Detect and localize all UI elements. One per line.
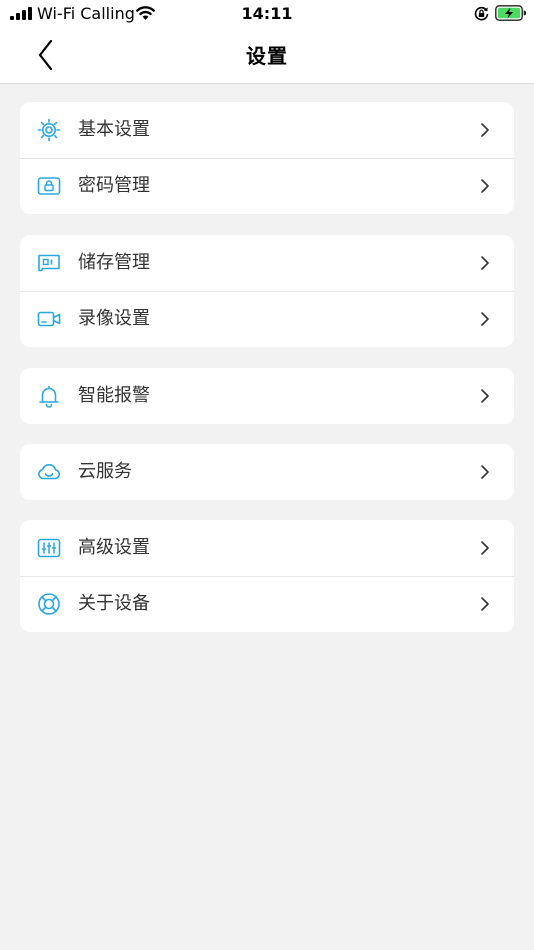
battery-icon (495, 5, 527, 21)
cloud-service-item[interactable]: 云服务 (20, 444, 514, 500)
settings-group-cloud: 云服务 (20, 444, 514, 500)
about-device-label: 关于设备 (78, 593, 150, 614)
smart-alarm-item[interactable]: 智能报警 (20, 368, 514, 424)
chevron-right-icon (481, 179, 489, 193)
clock: 14:11 (241, 4, 293, 23)
sliders-icon (37, 538, 61, 558)
settings-group-storage: 储存管理 录像设置 (20, 235, 514, 347)
advanced-settings-item[interactable]: 高级设置 (20, 520, 514, 576)
chevron-right-icon (481, 312, 489, 326)
chevron-right-icon (481, 389, 489, 403)
recording-settings-label: 录像设置 (78, 308, 150, 329)
chevron-right-icon (481, 256, 489, 270)
settings-group-advanced: 高级设置 关于设备 (20, 520, 514, 632)
smart-alarm-label: 智能报警 (78, 385, 150, 406)
advanced-settings-label: 高级设置 (78, 537, 150, 558)
about-device-item[interactable]: 关于设备 (20, 576, 514, 632)
header: Wi-Fi Calling 14:11 设置 (0, 0, 534, 84)
bell-icon (39, 385, 59, 408)
settings-group-general: 基本设置 密码管理 (20, 102, 514, 214)
storage-management-item[interactable]: 储存管理 (20, 235, 514, 291)
basic-settings-item[interactable]: 基本设置 (20, 102, 514, 158)
sd-card-icon (38, 254, 60, 272)
settings-group-alarm: 智能报警 (20, 368, 514, 424)
status-bar: Wi-Fi Calling 14:11 (0, 0, 534, 28)
storage-management-label: 储存管理 (78, 252, 150, 273)
orientation-lock-icon (474, 6, 489, 21)
password-management-label: 密码管理 (78, 175, 150, 196)
video-camera-icon (37, 311, 61, 327)
page-title: 设置 (246, 44, 288, 68)
chevron-right-icon (481, 597, 489, 611)
gear-icon (37, 118, 61, 142)
chevron-right-icon (481, 465, 489, 479)
navigation-bar: 设置 (0, 28, 534, 83)
cloud-icon (38, 463, 61, 480)
password-management-item[interactable]: 密码管理 (20, 158, 514, 214)
chevron-right-icon (481, 541, 489, 555)
basic-settings-label: 基本设置 (78, 119, 150, 140)
chevron-right-icon (481, 123, 489, 137)
cloud-service-label: 云服务 (78, 461, 132, 482)
lifebuoy-icon (38, 593, 60, 615)
recording-settings-item[interactable]: 录像设置 (20, 291, 514, 347)
lock-icon (37, 177, 61, 195)
